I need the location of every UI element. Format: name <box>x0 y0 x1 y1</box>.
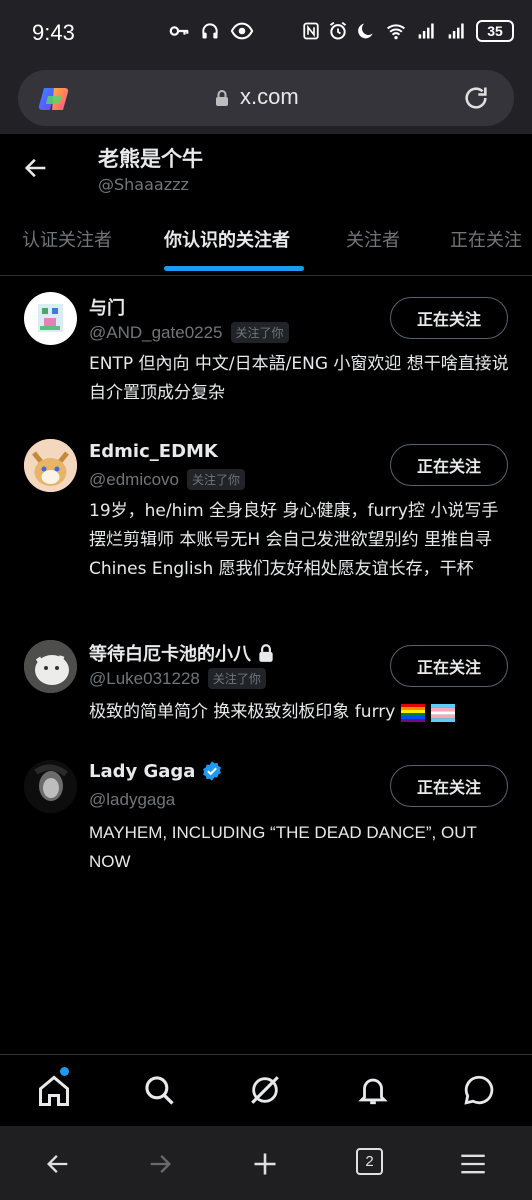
user-name[interactable]: 等待白厄卡池的小八 <box>89 640 275 666</box>
user-name[interactable]: 与门 <box>89 294 125 320</box>
followers-tabs: 认证关注者 你认识的关注者 关注者 正在关注 <box>0 210 532 276</box>
grok-icon[interactable] <box>248 1073 282 1107</box>
tab-switcher-button[interactable]: 2 <box>356 1148 383 1175</box>
following-button[interactable]: 正在关注 <box>390 645 508 687</box>
follows-you-badge: 关注了你 <box>230 322 289 343</box>
lock-icon <box>216 90 228 106</box>
tab-following[interactable]: 正在关注 <box>450 226 522 252</box>
status-left-icons <box>168 20 254 42</box>
messages-icon[interactable] <box>462 1073 496 1107</box>
forward-icon[interactable] <box>146 1150 174 1178</box>
user-bio: 19岁，he/him 全身良好 身心健康，furry控 小说写手 摆烂剪辑师 本… <box>89 501 499 579</box>
new-tab-plus-icon[interactable] <box>251 1150 279 1178</box>
search-icon[interactable] <box>142 1073 176 1107</box>
user-name[interactable]: Edmic_EDMK <box>89 441 218 462</box>
avatar[interactable] <box>24 292 77 345</box>
user-handle-row: @Luke031228 关注了你 <box>89 668 266 689</box>
user-name[interactable]: Lady Gaga <box>89 760 223 782</box>
user-handle: @edmicovo <box>89 469 180 489</box>
signal-icon <box>418 23 434 39</box>
tab-verified-followers[interactable]: 认证关注者 <box>22 226 112 252</box>
lock-icon <box>259 644 273 662</box>
menu-icon[interactable] <box>458 1150 488 1178</box>
copilot-icon[interactable] <box>38 84 72 114</box>
user-name-text[interactable]: Lady Gaga <box>89 761 195 782</box>
follows-you-badge: 关注了你 <box>187 469 246 490</box>
back-icon[interactable] <box>44 1150 72 1178</box>
eye-icon <box>230 22 254 40</box>
active-tab-indicator <box>164 266 304 271</box>
user-bio: MAYHEM, INCLUDING “THE DEAD DANCE”, OUT … <box>89 823 477 871</box>
status-bar: 9:43 35 <box>0 0 532 64</box>
user-handle-row: @AND_gate0225 关注了你 <box>89 322 289 343</box>
user-bio: 极致的简单简介 换来极致刻板印象 furry <box>89 702 396 722</box>
avatar[interactable] <box>24 439 77 492</box>
notification-dot <box>60 1067 69 1076</box>
key-icon <box>169 26 189 36</box>
signal-icon-2 <box>448 23 464 39</box>
user-handle: @ladygaga <box>89 790 176 809</box>
user-handle-row: @edmicovo 关注了你 <box>89 469 246 490</box>
browser-navigation-bar: 2 <box>0 1126 532 1200</box>
user-name-text[interactable]: Edmic_EDMK <box>89 441 218 462</box>
following-button[interactable]: 正在关注 <box>390 765 508 807</box>
user-bio: ENTP 但內向 中文/日本語/ENG 小窗欢迎 想干啥直接说 自介置顶成分复杂 <box>89 354 509 403</box>
status-right-icons: 35 <box>302 20 514 42</box>
verified-badge-icon <box>203 761 222 781</box>
moon-icon <box>358 23 373 39</box>
notifications-bell-icon[interactable] <box>356 1073 390 1107</box>
profile-name: 老熊是个牛 <box>98 147 203 171</box>
browser-toolbar: x.com <box>0 64 532 134</box>
avatar[interactable] <box>24 760 77 813</box>
rainbow-flag-icon <box>401 703 426 722</box>
transgender-flag-icon <box>431 703 456 722</box>
address-bar[interactable]: x.com <box>18 70 514 126</box>
user-name-text[interactable]: 与门 <box>89 294 125 320</box>
profile-handle: @Shaaazzz <box>98 175 189 194</box>
reload-icon[interactable] <box>462 84 490 112</box>
status-time: 9:43 <box>32 20 75 45</box>
tab-followers[interactable]: 关注者 <box>346 226 400 252</box>
back-arrow-icon[interactable] <box>22 154 50 182</box>
user-bio-row: 极致的简单简介 换来极致刻板印象 furry <box>89 698 509 727</box>
avatar[interactable] <box>24 640 77 693</box>
user-handle-row: @ladygaga <box>89 790 175 810</box>
alarm-icon <box>329 21 347 40</box>
following-button[interactable]: 正在关注 <box>390 444 508 486</box>
following-button[interactable]: 正在关注 <box>390 297 508 339</box>
nfc-icon <box>303 22 319 40</box>
follows-you-badge: 关注了你 <box>207 668 266 689</box>
user-name-text[interactable]: 等待白厄卡池的小八 <box>89 640 251 666</box>
battery-indicator: 35 <box>476 20 514 42</box>
bottom-navigation <box>0 1054 532 1126</box>
tab-followers-you-know[interactable]: 你认识的关注者 <box>164 226 290 252</box>
user-handle: @AND_gate0225 <box>89 322 223 342</box>
url-text[interactable]: x.com <box>240 84 299 110</box>
home-icon[interactable] <box>36 1073 72 1109</box>
headphones-icon <box>202 23 218 39</box>
user-handle: @Luke031228 <box>89 668 200 688</box>
wifi-icon <box>387 24 405 40</box>
